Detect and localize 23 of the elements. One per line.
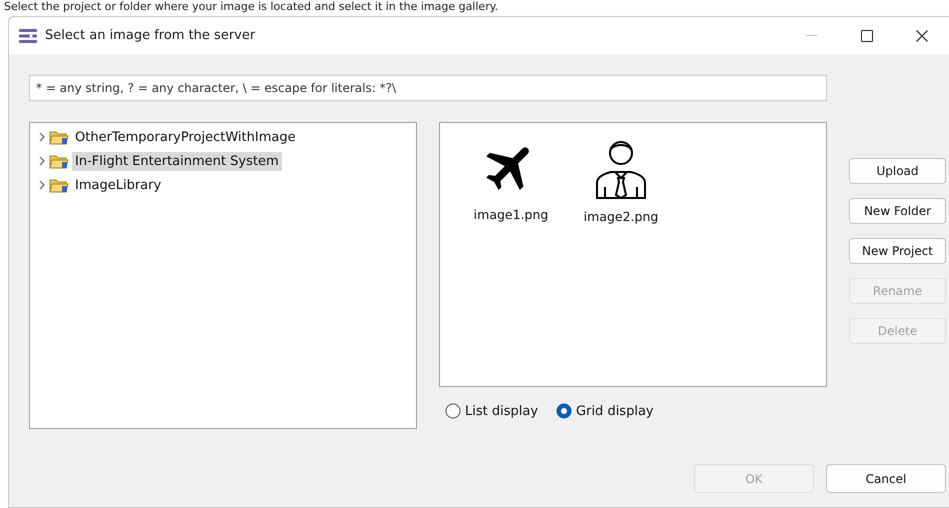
dialog-button[interactable]: Cancel <box>826 464 946 493</box>
chevron-icon[interactable] <box>38 132 46 142</box>
image-name[interactable]: image1.png <box>474 207 548 222</box>
filter-field[interactable]: * = any string, ? = any character, \ = escape for literals: *?\ <box>29 75 827 101</box>
radio-label[interactable]: Grid display <box>576 404 654 418</box>
folder-icon <box>49 129 69 145</box>
chevron-icon[interactable] <box>38 180 46 190</box>
radio-button[interactable] <box>445 403 461 419</box>
radio-label[interactable]: List display <box>465 404 538 418</box>
window-title: Select an image from the server <box>45 28 256 43</box>
folder-icon <box>49 153 69 169</box>
tree-item[interactable]: In-Flight Entertainment System <box>72 152 282 170</box>
action-button[interactable]: New Project <box>849 238 946 264</box>
app-icon <box>19 28 37 42</box>
instruction-text: Select the project or folder where your image is located and select it in the image gallery. <box>3 0 500 14</box>
radio-button[interactable] <box>556 403 572 419</box>
image-name[interactable]: image2.png <box>584 209 658 224</box>
folder-icon <box>49 177 69 193</box>
action-button[interactable]: New Folder <box>849 198 946 224</box>
tree-item[interactable]: ImageLibrary <box>72 176 164 194</box>
chevron-icon[interactable] <box>38 156 46 166</box>
action-button[interactable]: Upload <box>849 158 946 184</box>
tree-item[interactable]: OtherTemporaryProjectWithImage <box>72 128 299 146</box>
